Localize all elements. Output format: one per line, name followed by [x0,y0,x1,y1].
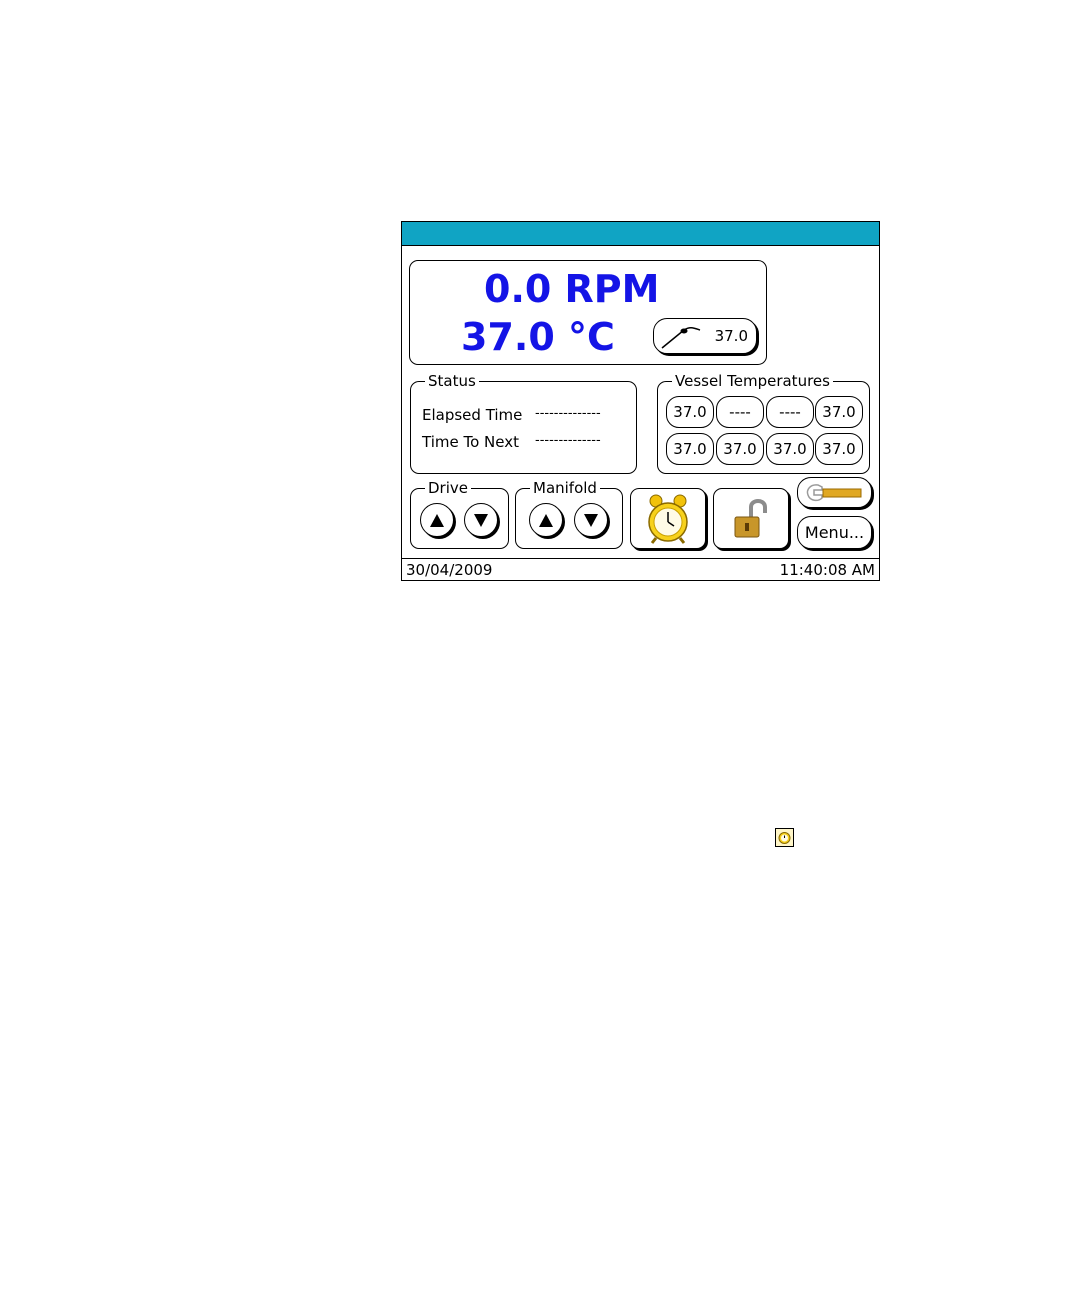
manifold-panel: Manifold [515,479,623,549]
probe-temp-value: 37.0 [714,327,748,345]
probe-icon [661,326,701,349]
tool-button[interactable] [797,477,872,508]
date-text: 30/04/2009 [406,561,493,579]
vessel-temperatures-legend: Vessel Temperatures [672,372,833,390]
alarm-clock-icon [775,828,794,847]
instrument-screen: 0.0 RPM 37.0 °C 37.0 Status Elapsed Time… [401,221,880,581]
vessel-temp[interactable]: ---- [716,396,764,428]
status-legend: Status [425,372,479,390]
arrow-down-icon [584,513,598,527]
arrow-up-icon [539,513,553,527]
elapsed-time-value: -------------- [535,406,601,421]
padlock-open-icon [734,498,767,537]
drive-up-button[interactable] [420,503,454,537]
status-bar: 30/04/2009 11:40:08 AM [402,558,879,580]
title-bar [402,222,879,246]
arrow-down-icon [474,513,488,527]
lock-button[interactable] [713,488,789,549]
vessel-temperatures-panel: Vessel Temperatures 37.0 ---- ---- 37.0 … [657,372,870,474]
drive-down-button[interactable] [464,503,498,537]
manifold-up-button[interactable] [529,503,563,537]
time-to-next-value: -------------- [535,433,601,448]
vessel-temp[interactable]: 37.0 [766,433,814,465]
vessel-temp[interactable]: 37.0 [716,433,764,465]
vessel-temp[interactable]: 37.0 [815,396,863,428]
drive-panel: Drive [410,479,509,549]
elapsed-time-label: Elapsed Time [422,406,523,424]
manifold-down-button[interactable] [574,503,608,537]
time-to-next-label: Time To Next [422,433,519,451]
alarm-clock-icon [648,494,688,544]
alarm-button[interactable] [630,488,706,549]
vessel-temp[interactable]: ---- [766,396,814,428]
vessel-temp[interactable]: 37.0 [666,396,714,428]
status-panel: Status Elapsed Time -------------- Time … [410,372,637,474]
arrow-up-icon [430,513,444,527]
readout-panel: 0.0 RPM 37.0 °C 37.0 [409,260,767,365]
manifold-legend: Manifold [530,479,600,497]
vessel-temp[interactable]: 37.0 [815,433,863,465]
time-text: 11:40:08 AM [779,561,875,579]
vessel-temp[interactable]: 37.0 [666,433,714,465]
rpm-value: 0.0 RPM [484,267,660,311]
drive-legend: Drive [425,479,471,497]
menu-button[interactable]: Menu... [797,516,872,549]
wrench-icon [806,483,861,501]
probe-button[interactable]: 37.0 [653,318,757,354]
temperature-value: 37.0 °C [461,315,615,359]
